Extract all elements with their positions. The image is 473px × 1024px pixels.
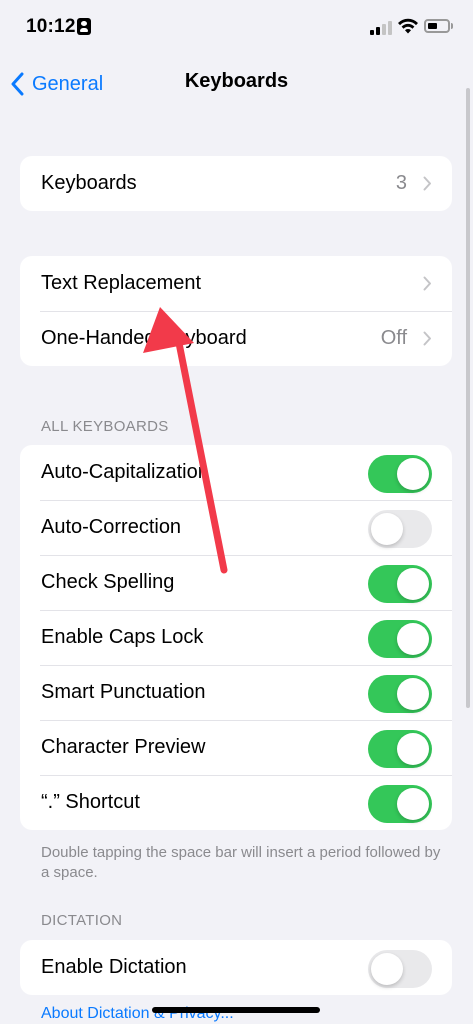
character-preview-toggle[interactable] bbox=[368, 730, 432, 768]
setting-label: Smart Punctuation bbox=[41, 681, 206, 703]
keyboards-row[interactable]: Keyboards 3 bbox=[20, 156, 452, 211]
check-spelling-row: Check Spelling bbox=[20, 555, 452, 610]
setting-label: Auto-Correction bbox=[41, 516, 182, 538]
status-bar: 10:12 bbox=[0, 0, 473, 56]
enable-dictation-toggle[interactable] bbox=[368, 950, 432, 988]
one-handed-label: One-Handed Keyboard bbox=[41, 327, 247, 349]
person-id-icon bbox=[77, 18, 91, 35]
setting-label: Enable Dictation bbox=[41, 956, 187, 978]
auto-capitalization-toggle[interactable] bbox=[368, 455, 432, 493]
dictation-group: Enable Dictation bbox=[20, 940, 452, 995]
period-shortcut-toggle[interactable] bbox=[368, 785, 432, 823]
dictation-header: DICTATION bbox=[41, 912, 123, 929]
text-replacement-label: Text Replacement bbox=[41, 272, 202, 294]
period-shortcut-footnote: Double tapping the space bar will insert… bbox=[41, 844, 441, 881]
check-spelling-toggle[interactable] bbox=[368, 565, 432, 603]
chevron-right-icon bbox=[423, 276, 431, 291]
battery-icon bbox=[424, 19, 450, 33]
page-title: Keyboards bbox=[184, 70, 289, 92]
chevron-right-icon bbox=[423, 176, 431, 191]
home-indicator[interactable] bbox=[152, 1007, 320, 1013]
chevron-right-icon bbox=[423, 331, 431, 346]
period-shortcut-row: “.” Shortcut bbox=[20, 775, 452, 830]
all-keyboards-header: ALL KEYBOARDS bbox=[41, 418, 169, 435]
setting-label: Enable Caps Lock bbox=[41, 626, 204, 648]
keyboards-label: Keyboards bbox=[41, 172, 137, 194]
setting-label: Character Preview bbox=[41, 736, 206, 758]
setting-label: Auto-Capitalization bbox=[41, 461, 209, 483]
setting-label: Check Spelling bbox=[41, 571, 175, 593]
smart-punctuation-row: Smart Punctuation bbox=[20, 665, 452, 720]
one-handed-keyboard-row[interactable]: One-Handed Keyboard Off bbox=[20, 311, 452, 366]
smart-punctuation-toggle[interactable] bbox=[368, 675, 432, 713]
auto-correction-toggle[interactable] bbox=[368, 510, 432, 548]
keyboards-count: 3 bbox=[395, 172, 407, 194]
enable-dictation-row: Enable Dictation bbox=[20, 940, 452, 995]
keyboards-group: Keyboards 3 bbox=[20, 156, 452, 211]
auto-correction-row: Auto-Correction bbox=[20, 500, 452, 555]
character-preview-row: Character Preview bbox=[20, 720, 452, 775]
text-options-group: Text Replacement One-Handed Keyboard Off bbox=[20, 256, 452, 366]
one-handed-value: Off bbox=[380, 327, 407, 349]
wifi-icon bbox=[398, 18, 418, 34]
battery-tip bbox=[451, 23, 453, 29]
text-replacement-row[interactable]: Text Replacement bbox=[20, 256, 452, 311]
scroll-indicator bbox=[466, 88, 470, 708]
status-time: 10:12 bbox=[26, 16, 76, 37]
setting-label: “.” Shortcut bbox=[41, 791, 140, 813]
cellular-signal-icon bbox=[370, 21, 392, 35]
all-keyboards-group: Auto-Capitalization Auto-Correction Chec… bbox=[20, 445, 452, 830]
auto-capitalization-row: Auto-Capitalization bbox=[20, 445, 452, 500]
enable-caps-lock-row: Enable Caps Lock bbox=[20, 610, 452, 665]
enable-caps-lock-toggle[interactable] bbox=[368, 620, 432, 658]
